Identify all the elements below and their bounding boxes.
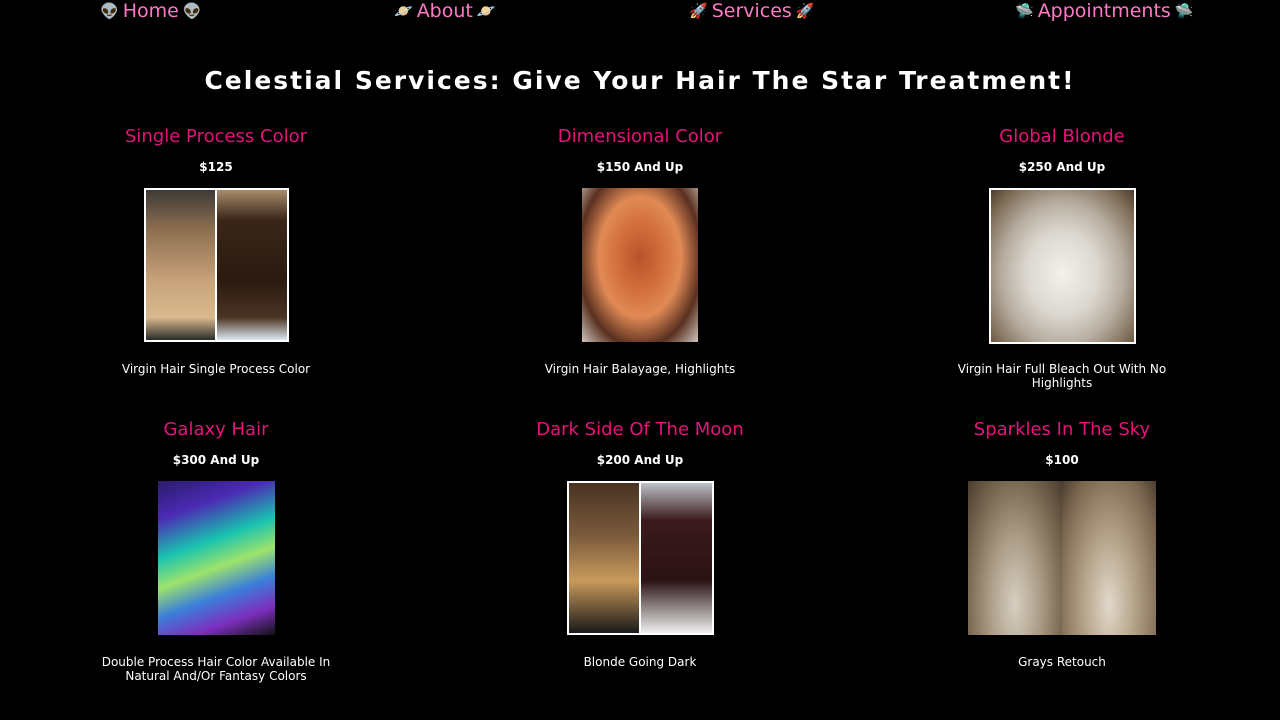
nav-appointments-label: Appointments	[1037, 0, 1171, 22]
service-name: Galaxy Hair	[163, 419, 269, 440]
rocket-icon: 🚀	[795, 2, 815, 20]
service-photo	[566, 481, 714, 635]
service-card: Single Process Color $125 Virgin Hair Si…	[66, 126, 366, 376]
service-description: Blonde Going Dark	[583, 655, 697, 669]
service-card: Dimensional Color $150 And Up Virgin Hai…	[490, 126, 790, 376]
nav-appointments-link[interactable]: 🛸 Appointments 🛸	[1015, 0, 1193, 22]
alien-icon: 👽	[100, 2, 119, 20]
service-photo	[582, 188, 698, 342]
alien-icon: 👽	[182, 2, 202, 20]
page-title: Celestial Services: Give Your Hair The S…	[204, 66, 1076, 95]
nav-home-link[interactable]: 👽 Home 👽	[100, 0, 201, 22]
planet-icon: 🪐	[394, 2, 413, 20]
service-photo	[968, 481, 1156, 635]
service-card: Galaxy Hair $300 And Up Double Process H…	[66, 419, 366, 683]
service-name: Single Process Color	[124, 126, 308, 147]
service-description: Virgin Hair Full Bleach Out With No High…	[957, 362, 1167, 390]
service-name: Sparkles In The Sky	[973, 419, 1151, 440]
service-card: Global Blonde $250 And Up Virgin Hair Fu…	[912, 126, 1212, 390]
nav-about-link[interactable]: 🪐 About 🪐	[394, 0, 496, 22]
planet-icon: 🪐	[476, 2, 496, 20]
service-description: Grays Retouch	[1018, 655, 1106, 669]
ufo-icon: 🛸	[1015, 2, 1034, 20]
service-description: Virgin Hair Single Process Color	[121, 362, 311, 376]
service-price: $100	[1045, 453, 1079, 467]
service-card: Dark Side Of The Moon $200 And Up Blonde…	[490, 419, 790, 669]
service-price: $250 And Up	[1018, 160, 1106, 174]
service-price: $300 And Up	[172, 453, 260, 467]
service-name: Dark Side Of The Moon	[536, 419, 744, 440]
rocket-icon: 🚀	[689, 2, 708, 20]
service-description: Virgin Hair Balayage, Highlights	[544, 362, 736, 376]
service-card: Sparkles In The Sky $100 Grays Retouch	[912, 419, 1212, 669]
service-price: $125	[199, 160, 233, 174]
main-nav: 👽 Home 👽 🪐 About 🪐 🚀 Services 🚀 🛸 Appoin…	[0, 0, 1280, 26]
service-name: Global Blonde	[999, 126, 1125, 147]
service-price: $200 And Up	[596, 453, 684, 467]
service-description: Double Process Hair Color Available In N…	[101, 655, 331, 683]
nav-services-label: Services	[711, 0, 792, 22]
service-photo	[157, 481, 275, 635]
service-photo	[143, 188, 289, 342]
nav-about-label: About	[416, 0, 473, 22]
service-photo	[988, 188, 1136, 344]
nav-services-link[interactable]: 🚀 Services 🚀	[689, 0, 815, 22]
ufo-icon: 🛸	[1174, 2, 1194, 20]
service-name: Dimensional Color	[557, 126, 723, 147]
service-price: $150 And Up	[596, 160, 684, 174]
nav-home-label: Home	[122, 0, 179, 22]
